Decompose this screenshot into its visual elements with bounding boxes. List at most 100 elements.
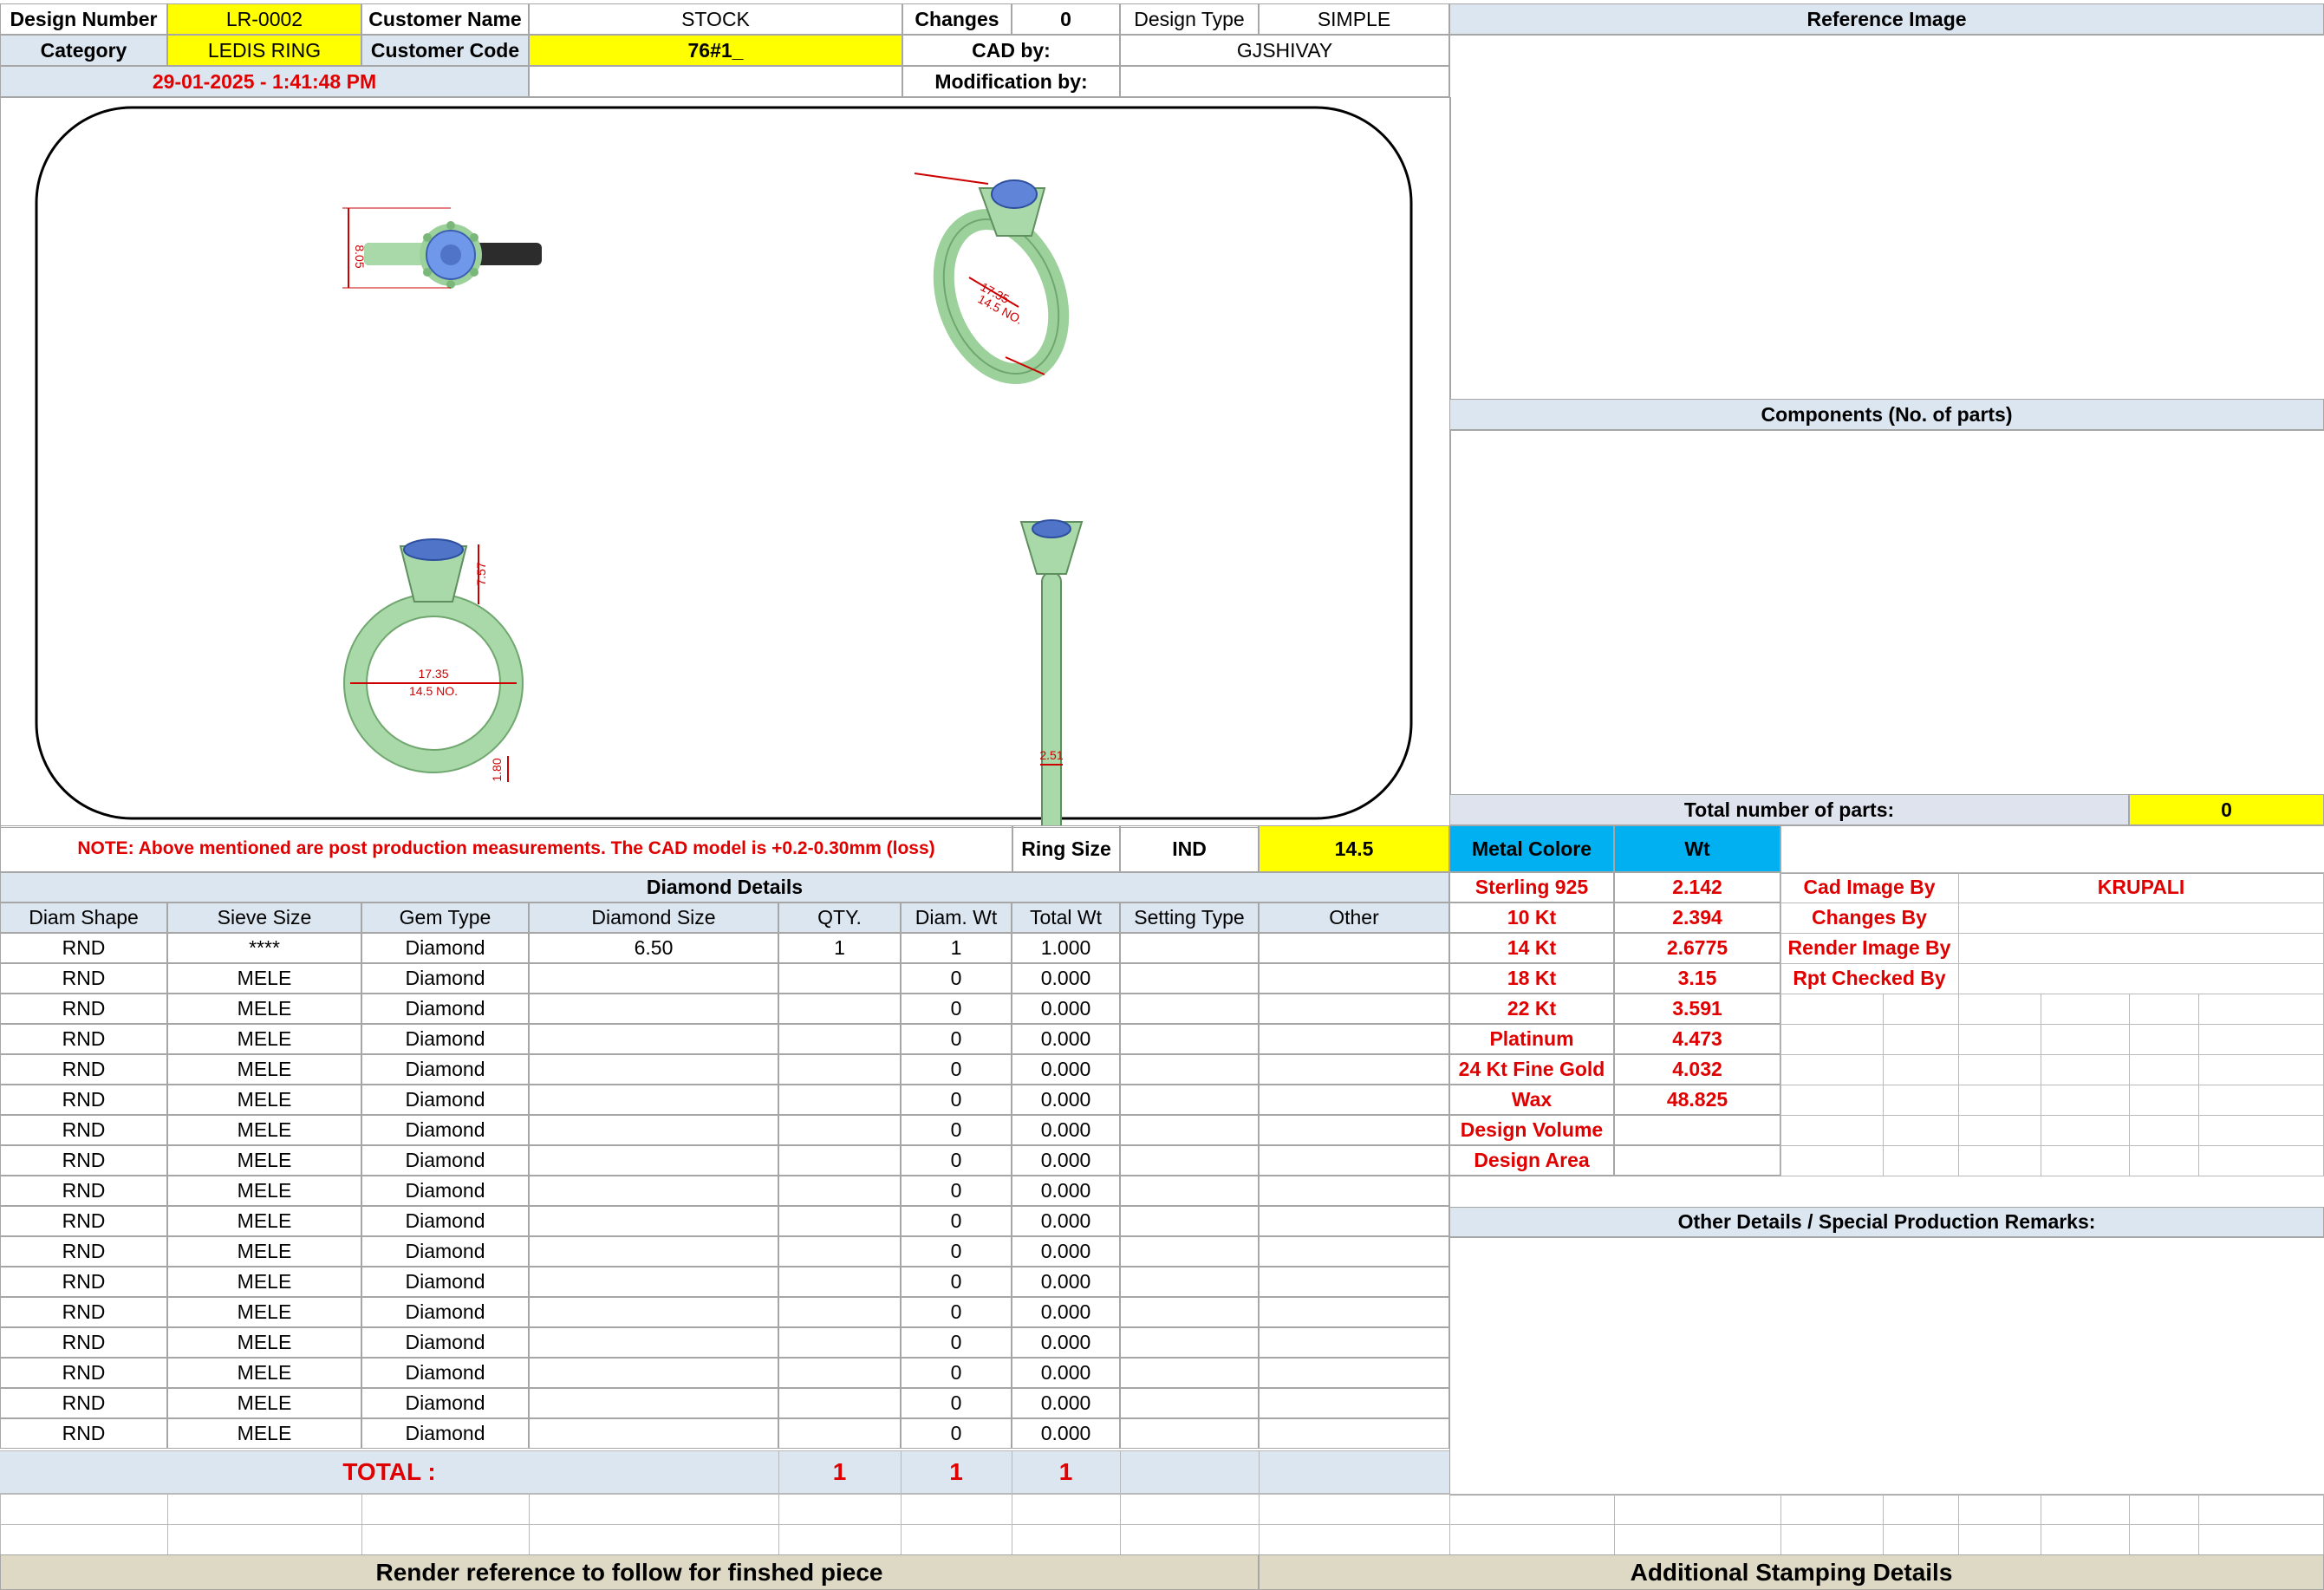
diamond-cell-diam-shape[interactable]: RND <box>0 1115 167 1145</box>
diamond-cell-setting-type[interactable] <box>1120 1024 1259 1054</box>
diamond-cell-gem-type[interactable]: Diamond <box>361 1358 529 1388</box>
diamond-cell-qty[interactable] <box>778 1145 901 1176</box>
diamond-cell-setting-type[interactable] <box>1120 1145 1259 1176</box>
diamond-cell-gem-type[interactable]: Diamond <box>361 1024 529 1054</box>
diamond-cell-setting-type[interactable] <box>1120 1085 1259 1115</box>
customer-code-value[interactable]: 76#1_ <box>529 35 902 66</box>
diamond-cell-diam-wt[interactable]: 0 <box>901 1267 1012 1297</box>
metal-wt[interactable]: 3.15 <box>1614 963 1780 994</box>
diamond-cell-other[interactable] <box>1259 1236 1449 1267</box>
diamond-cell-gem-type[interactable]: Diamond <box>361 1115 529 1145</box>
diamond-cell-diam-wt[interactable]: 1 <box>901 933 1012 963</box>
diamond-cell-diam-shape[interactable]: RND <box>0 1236 167 1267</box>
diamond-cell-gem-type[interactable]: Diamond <box>361 1085 529 1115</box>
diamond-cell-gem-type[interactable]: Diamond <box>361 963 529 994</box>
diamond-cell-sieve-size[interactable]: MELE <box>167 1145 361 1176</box>
diamond-cell-sieve-size[interactable]: MELE <box>167 1388 361 1418</box>
diamond-cell-diam-shape[interactable]: RND <box>0 1024 167 1054</box>
cad-image-by-value[interactable]: KRUPALI <box>1958 872 2324 903</box>
diamond-cell-total-wt[interactable]: 0.000 <box>1012 994 1120 1024</box>
diamond-cell-diam-wt[interactable]: 0 <box>901 1418 1012 1449</box>
diamond-cell-diamond-size[interactable] <box>529 1145 778 1176</box>
diamond-cell-diam-wt[interactable]: 0 <box>901 1054 1012 1085</box>
diamond-cell-total-wt[interactable]: 0.000 <box>1012 1054 1120 1085</box>
diamond-cell-setting-type[interactable] <box>1120 1115 1259 1145</box>
category-value[interactable]: LEDIS RING <box>167 35 361 66</box>
metal-wt[interactable]: 48.825 <box>1614 1085 1780 1115</box>
diamond-cell-other[interactable] <box>1259 963 1449 994</box>
diamond-cell-qty[interactable] <box>778 1115 901 1145</box>
diamond-cell-total-wt[interactable]: 1.000 <box>1012 933 1120 963</box>
diamond-cell-diamond-size[interactable] <box>529 1206 778 1236</box>
diamond-cell-qty[interactable]: 1 <box>778 933 901 963</box>
diamond-cell-diamond-size[interactable] <box>529 1267 778 1297</box>
diamond-cell-diamond-size[interactable] <box>529 1024 778 1054</box>
diamond-cell-setting-type[interactable] <box>1120 963 1259 994</box>
diamond-cell-gem-type[interactable]: Diamond <box>361 1267 529 1297</box>
diamond-cell-diam-shape[interactable]: RND <box>0 1327 167 1358</box>
metal-wt[interactable]: 2.6775 <box>1614 933 1780 963</box>
diamond-cell-diam-wt[interactable]: 0 <box>901 1358 1012 1388</box>
diamond-cell-other[interactable] <box>1259 1115 1449 1145</box>
diamond-cell-diamond-size[interactable] <box>529 1418 778 1449</box>
diamond-cell-setting-type[interactable] <box>1120 1054 1259 1085</box>
diamond-cell-total-wt[interactable]: 0.000 <box>1012 1267 1120 1297</box>
diamond-cell-sieve-size[interactable]: MELE <box>167 1327 361 1358</box>
diamond-cell-diamond-size[interactable] <box>529 994 778 1024</box>
diamond-cell-setting-type[interactable] <box>1120 1297 1259 1327</box>
diamond-cell-other[interactable] <box>1259 1388 1449 1418</box>
diamond-cell-total-wt[interactable]: 0.000 <box>1012 1297 1120 1327</box>
metal-wt[interactable]: 3.591 <box>1614 994 1780 1024</box>
diamond-cell-sieve-size[interactable]: MELE <box>167 1418 361 1449</box>
diamond-cell-total-wt[interactable]: 0.000 <box>1012 963 1120 994</box>
diamond-cell-diamond-size[interactable] <box>529 1327 778 1358</box>
cad-by-value[interactable]: GJSHIVAY <box>1120 35 1449 66</box>
metal-wt[interactable]: 4.473 <box>1614 1024 1780 1054</box>
diamond-cell-qty[interactable] <box>778 1054 901 1085</box>
diamond-cell-gem-type[interactable]: Diamond <box>361 1327 529 1358</box>
customer-name-value[interactable]: STOCK <box>529 3 902 35</box>
diamond-cell-qty[interactable] <box>778 1418 901 1449</box>
diamond-cell-other[interactable] <box>1259 994 1449 1024</box>
design-number-value[interactable]: LR-0002 <box>167 3 361 35</box>
diamond-cell-gem-type[interactable]: Diamond <box>361 933 529 963</box>
diamond-cell-diamond-size[interactable] <box>529 1236 778 1267</box>
diamond-cell-diam-wt[interactable]: 0 <box>901 963 1012 994</box>
diamond-cell-qty[interactable] <box>778 1297 901 1327</box>
metal-wt[interactable] <box>1614 1145 1780 1176</box>
diamond-cell-total-wt[interactable]: 0.000 <box>1012 1206 1120 1236</box>
diamond-cell-diamond-size[interactable] <box>529 963 778 994</box>
diamond-cell-diam-wt[interactable]: 0 <box>901 1297 1012 1327</box>
diamond-cell-other[interactable] <box>1259 1024 1449 1054</box>
diamond-cell-diam-shape[interactable]: RND <box>0 1085 167 1115</box>
diamond-cell-other[interactable] <box>1259 1054 1449 1085</box>
diamond-cell-sieve-size[interactable]: MELE <box>167 1267 361 1297</box>
diamond-cell-gem-type[interactable]: Diamond <box>361 1054 529 1085</box>
diamond-cell-sieve-size[interactable]: MELE <box>167 1085 361 1115</box>
diamond-cell-diamond-size[interactable] <box>529 1085 778 1115</box>
diamond-cell-qty[interactable] <box>778 1388 901 1418</box>
diamond-cell-diam-wt[interactable]: 0 <box>901 1085 1012 1115</box>
diamond-cell-total-wt[interactable]: 0.000 <box>1012 1115 1120 1145</box>
diamond-cell-sieve-size[interactable]: **** <box>167 933 361 963</box>
diamond-cell-setting-type[interactable] <box>1120 1236 1259 1267</box>
diamond-cell-setting-type[interactable] <box>1120 1176 1259 1206</box>
diamond-cell-diam-shape[interactable]: RND <box>0 933 167 963</box>
diamond-cell-qty[interactable] <box>778 1327 901 1358</box>
diamond-cell-diam-shape[interactable]: RND <box>0 1297 167 1327</box>
diamond-cell-other[interactable] <box>1259 1267 1449 1297</box>
diamond-cell-diam-shape[interactable]: RND <box>0 1418 167 1449</box>
diamond-cell-other[interactable] <box>1259 1176 1449 1206</box>
metal-wt[interactable]: 4.032 <box>1614 1054 1780 1085</box>
diamond-cell-qty[interactable] <box>778 1236 901 1267</box>
diamond-cell-gem-type[interactable]: Diamond <box>361 1176 529 1206</box>
diamond-cell-sieve-size[interactable]: MELE <box>167 1024 361 1054</box>
diamond-cell-other[interactable] <box>1259 1418 1449 1449</box>
diamond-cell-qty[interactable] <box>778 1024 901 1054</box>
total-parts-value[interactable]: 0 <box>2129 794 2324 825</box>
diamond-cell-diam-wt[interactable]: 0 <box>901 1327 1012 1358</box>
design-type-value[interactable]: SIMPLE <box>1259 3 1449 35</box>
diamond-cell-gem-type[interactable]: Diamond <box>361 1388 529 1418</box>
diamond-cell-total-wt[interactable]: 0.000 <box>1012 1236 1120 1267</box>
diamond-cell-diam-wt[interactable]: 0 <box>901 1115 1012 1145</box>
